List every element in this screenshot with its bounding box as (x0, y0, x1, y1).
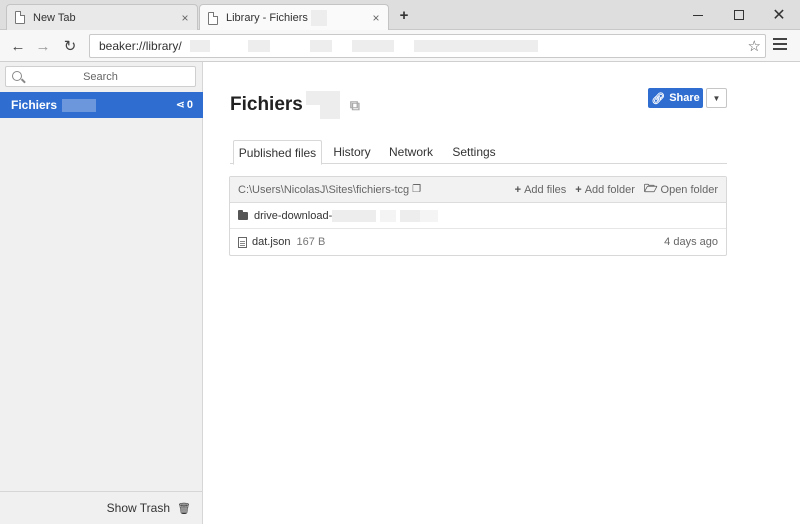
forward-arrow-icon[interactable]: → (33, 36, 53, 56)
search-input[interactable] (6, 70, 195, 83)
browser-tab-new-tab[interactable]: New Tab × (6, 4, 198, 30)
file-size: 167 B (296, 236, 326, 248)
folder-icon (238, 209, 248, 220)
file-date: 4 days ago (664, 236, 718, 248)
new-tab-button[interactable]: + (396, 7, 412, 24)
peer-count: ⋖ 0 (175, 98, 193, 112)
files-panel: C:\Users\NicolasJ\Sites\fichiers-tcg ❐ +… (229, 176, 727, 256)
file-icon (238, 236, 247, 248)
back-arrow-icon[interactable]: ← (8, 36, 28, 56)
file-row[interactable]: drive-download- (230, 203, 726, 229)
navigation-bar: ← → ↻ beaker://library/ ☆ (0, 30, 800, 62)
folder-open-icon: 🗁 (643, 183, 658, 195)
tab-history[interactable]: History (330, 140, 374, 164)
file-name: dat.json (252, 236, 291, 248)
bookmark-star-icon[interactable]: ☆ (748, 37, 761, 55)
show-trash-button[interactable]: Show Trash 🗑 (0, 491, 203, 524)
search-icon (12, 71, 22, 81)
tab-title: Library - Fichiers (226, 10, 370, 26)
share-dropdown-button[interactable]: ▼ (706, 88, 727, 108)
archive-tabs: Published files History Network Settings (230, 140, 727, 165)
maximize-icon (734, 10, 744, 20)
page-icon (15, 11, 25, 24)
tab-settings[interactable]: Settings (450, 140, 498, 164)
page-icon (208, 11, 218, 25)
add-files-button[interactable]: + Add files (515, 184, 567, 196)
folder-path: C:\Users\NicolasJ\Sites\fichiers-tcg ❐ (238, 183, 422, 196)
redacted-block (332, 209, 377, 222)
search-box[interactable] (5, 66, 196, 87)
trash-icon: 🗑 (177, 502, 191, 515)
tab-published-files[interactable]: Published files (233, 140, 322, 165)
plus-icon: + (575, 183, 582, 196)
open-folder-button[interactable]: 🗁 Open folder (644, 180, 718, 199)
tab-strip: New Tab × Library - Fichiers × + ✕ (0, 0, 800, 31)
redacted-block (310, 10, 327, 26)
close-tab-icon[interactable]: × (370, 11, 382, 25)
reload-icon[interactable]: ↻ (60, 36, 80, 56)
show-trash-label: Show Trash (106, 501, 171, 515)
minimize-button[interactable] (688, 5, 708, 25)
share-nodes-icon: ⋖ (175, 99, 185, 111)
plus-icon: + (514, 183, 522, 196)
minimize-icon (693, 14, 703, 16)
external-link-icon[interactable]: ⧉ (350, 97, 360, 114)
close-window-button[interactable]: ✕ (769, 5, 789, 25)
copy-icon[interactable]: ❐ (412, 184, 421, 195)
url-bar[interactable]: beaker://library/ ☆ (89, 34, 766, 58)
tab-network[interactable]: Network (387, 140, 435, 164)
maximize-button[interactable] (729, 5, 749, 25)
archive-name: Fichiers (11, 98, 58, 112)
page-title: Fichiers ⧉ (230, 91, 360, 119)
add-folder-button[interactable]: + Add folder (575, 184, 635, 196)
sidebar-item-fichiers[interactable]: Fichiers ⋖ 0 (0, 92, 203, 118)
file-name: drive-download- (254, 209, 333, 222)
close-tab-icon[interactable]: × (179, 11, 191, 25)
file-row[interactable]: dat.json 167 B 4 days ago (230, 229, 726, 255)
redacted-block (62, 98, 97, 112)
hamburger-menu-icon[interactable] (773, 38, 787, 52)
tab-title: New Tab (33, 11, 76, 24)
files-header: C:\Users\NicolasJ\Sites\fichiers-tcg ❐ +… (230, 177, 726, 203)
redacted-block (305, 91, 340, 119)
url-text: beaker://library/ (99, 39, 182, 53)
link-icon: 🔗︎ (651, 92, 666, 105)
sidebar: Fichiers ⋖ 0 Show Trash 🗑 (0, 62, 203, 524)
browser-tab-library[interactable]: Library - Fichiers × (199, 4, 389, 31)
share-button[interactable]: 🔗︎ Share (648, 88, 703, 108)
main-panel: Fichiers ⧉ 🔗︎ Share ▼ Published files Hi… (204, 62, 800, 524)
redacted-url (189, 40, 538, 52)
